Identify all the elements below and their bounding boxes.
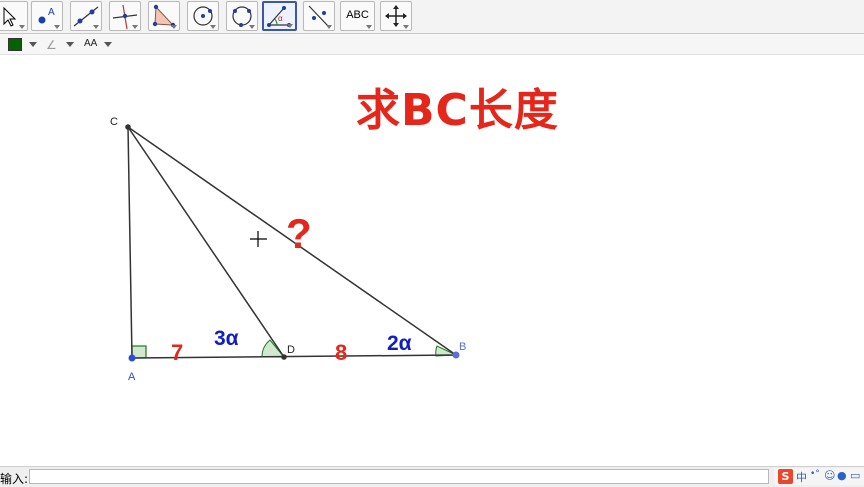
point-a[interactable]: [128, 354, 136, 362]
angle-cda-label: 3α: [214, 327, 239, 350]
input-label: 输入:: [0, 472, 29, 486]
point-c-label: C: [110, 116, 118, 128]
command-input[interactable]: [29, 469, 769, 484]
ime-logo-icon[interactable]: S: [778, 469, 793, 484]
length-ad-label: 7: [171, 340, 183, 365]
point-d[interactable]: [281, 354, 287, 360]
length-db-label: 8: [335, 340, 347, 365]
angle-cda-arc: [261, 339, 286, 358]
question-mark: ?: [286, 210, 312, 257]
point-c[interactable]: [125, 124, 131, 130]
ime-punct-toggle[interactable]: •°: [810, 469, 820, 479]
crosshair-cursor-icon: [250, 231, 267, 247]
smiley-icon[interactable]: ☺: [824, 469, 835, 482]
point-d-label: D: [287, 344, 295, 356]
keyboard-icon[interactable]: ▭: [850, 469, 860, 482]
geometry-figure: C A D B 7 8 3α 2α ?: [110, 116, 466, 383]
ime-lang-toggle[interactable]: 中: [796, 469, 807, 485]
segment-ca[interactable]: [127, 126, 133, 359]
ime-tray: S 中 •° ☺ ● ▭: [774, 468, 864, 485]
point-a-label: A: [128, 371, 136, 383]
microphone-icon[interactable]: ●: [837, 469, 847, 482]
segment-cd[interactable]: [127, 126, 285, 358]
point-b-label: B: [459, 341, 466, 353]
angle-b-label: 2α: [387, 332, 412, 355]
